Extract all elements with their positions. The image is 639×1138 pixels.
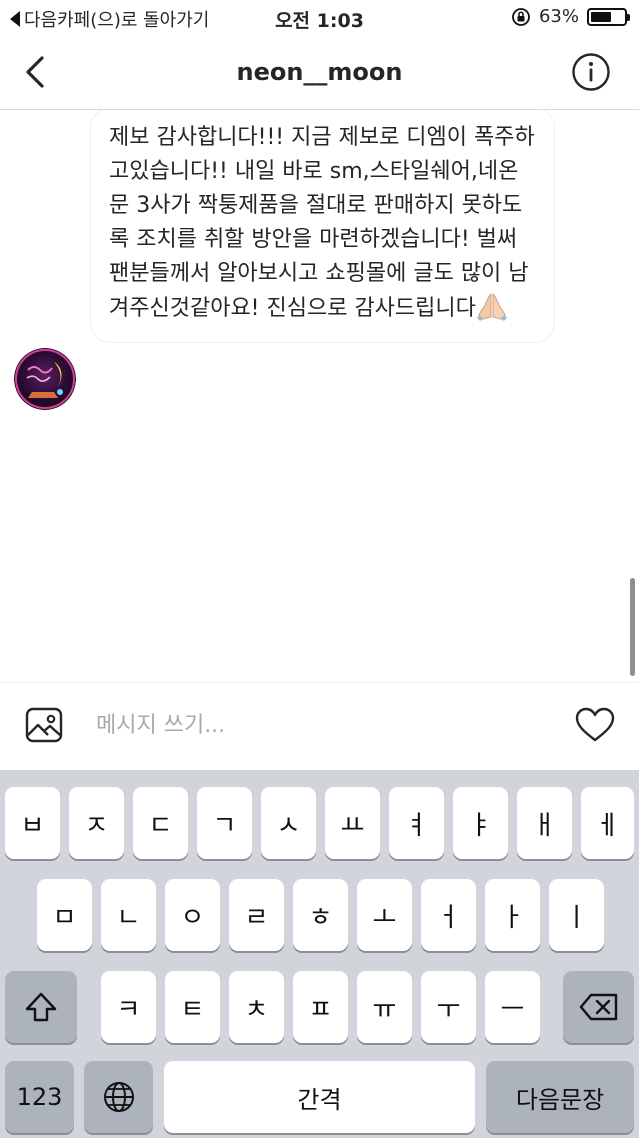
key-label: ㅇ (180, 902, 205, 933)
key[interactable]: ㅣ (549, 879, 604, 951)
shift-key[interactable] (5, 971, 77, 1043)
battery-fill (591, 11, 612, 22)
message-bubble[interactable]: 제보 감사합니다!!! 지금 제보로 디엠이 폭주하고있습니다!! 내일 바로 … (90, 110, 555, 343)
key-label: ㅊ (244, 994, 269, 1025)
key[interactable]: ㄱ (197, 787, 252, 859)
key-label: ㅂ (20, 810, 45, 841)
key-label: ㅍ (308, 994, 333, 1025)
status-right: 63% (511, 6, 630, 27)
key-label: ㅕ (404, 810, 429, 841)
key[interactable]: ㅍ (293, 971, 348, 1043)
key[interactable]: ㅑ (453, 787, 508, 859)
key-label: ㅔ (595, 810, 620, 841)
keyboard: ㅂ ㅈ ㄷ ㄱ ㅅ ㅛ ㅕ ㅑ ㅐ ㅔ ㅁ ㄴ ㅇ ㄹ ㅎ ㅗ ㅓ ㅏ ㅣ ㅋ … (0, 770, 639, 1138)
key[interactable]: ㅅ (261, 787, 316, 859)
backspace-icon (579, 993, 617, 1021)
key-label: ㅣ (564, 902, 589, 933)
key[interactable]: ㅡ (485, 971, 540, 1043)
key[interactable]: ㅗ (357, 879, 412, 951)
numbers-key-label: 123 (16, 1083, 63, 1111)
numbers-key[interactable]: 123 (5, 1061, 74, 1133)
key-label: ㅐ (532, 810, 557, 841)
key[interactable]: ㅈ (69, 787, 124, 859)
chat-title[interactable]: neon__moon (0, 58, 639, 86)
shift-icon (25, 992, 57, 1022)
message-text: 제보 감사합니다!!! 지금 제보로 디엠이 폭주하고있습니다!! 내일 바로 … (109, 125, 535, 321)
key-label: ㅏ (500, 902, 525, 933)
key-label: ㄴ (116, 902, 141, 933)
status-bar: 다음카페(으)로 돌아가기 오전 1:03 63% (0, 0, 639, 36)
key[interactable]: ㅇ (165, 879, 220, 951)
message-thread[interactable]: 제보 감사합니다!!! 지금 제보로 디엠이 폭주하고있습니다!! 내일 바로 … (0, 110, 639, 682)
key-label: ㅑ (468, 810, 493, 841)
neon-moon-avatar[interactable] (14, 348, 76, 410)
scrollbar[interactable] (630, 578, 635, 676)
info-icon[interactable] (571, 52, 611, 92)
image-icon[interactable] (24, 705, 64, 745)
key-label: ㅠ (372, 994, 397, 1025)
key[interactable]: ㅏ (485, 879, 540, 951)
key[interactable]: ㄴ (101, 879, 156, 951)
return-key-label: 다음문장 (515, 1085, 605, 1114)
key-label: ㅎ (308, 902, 333, 933)
key[interactable]: ㅓ (421, 879, 476, 951)
key[interactable]: ㅌ (165, 971, 220, 1043)
key[interactable]: ㅋ (101, 971, 156, 1043)
key-label: ㅈ (84, 810, 109, 841)
heart-icon[interactable] (575, 707, 615, 743)
key[interactable]: ㄷ (133, 787, 188, 859)
globe-key[interactable] (84, 1061, 153, 1133)
key-label: ㅓ (436, 902, 461, 933)
key-label: ㅅ (276, 810, 301, 841)
delete-key[interactable] (563, 971, 634, 1043)
globe-icon (103, 1082, 134, 1112)
key-label: ㄷ (148, 810, 173, 841)
key[interactable]: ㅜ (421, 971, 476, 1043)
key[interactable]: ㅁ (37, 879, 92, 951)
key[interactable]: ㅛ (325, 787, 380, 859)
key-label: ㅋ (116, 994, 141, 1025)
key-label: ㅛ (340, 810, 365, 841)
key[interactable]: ㅂ (5, 787, 60, 859)
key[interactable]: ㄹ (229, 879, 284, 951)
key[interactable]: ㅔ (581, 787, 634, 859)
key[interactable]: ㅠ (357, 971, 412, 1043)
key[interactable]: ㅕ (389, 787, 444, 859)
return-key[interactable]: 다음문장 (486, 1061, 634, 1133)
key[interactable]: ㅊ (229, 971, 284, 1043)
battery-percent: 63% (538, 6, 579, 27)
space-key[interactable]: 간격 (164, 1061, 475, 1133)
key-label: ㄱ (212, 810, 237, 841)
message-input[interactable] (96, 705, 536, 745)
key-label: ㅗ (372, 902, 397, 933)
folded-hands-icon (476, 293, 507, 321)
key-label: ㅡ (500, 994, 525, 1025)
key-label: ㅌ (180, 994, 205, 1025)
message-composer (0, 682, 639, 770)
rotation-lock-icon (512, 7, 530, 26)
battery-icon (587, 7, 630, 26)
chat-header: neon__moon (0, 36, 639, 110)
key[interactable]: ㅐ (517, 787, 572, 859)
key-label: ㄹ (244, 902, 269, 933)
key[interactable]: ㅎ (293, 879, 348, 951)
space-key-label: 간격 (297, 1085, 342, 1114)
key-label: ㅁ (52, 902, 77, 933)
key-label: ㅜ (436, 994, 461, 1025)
